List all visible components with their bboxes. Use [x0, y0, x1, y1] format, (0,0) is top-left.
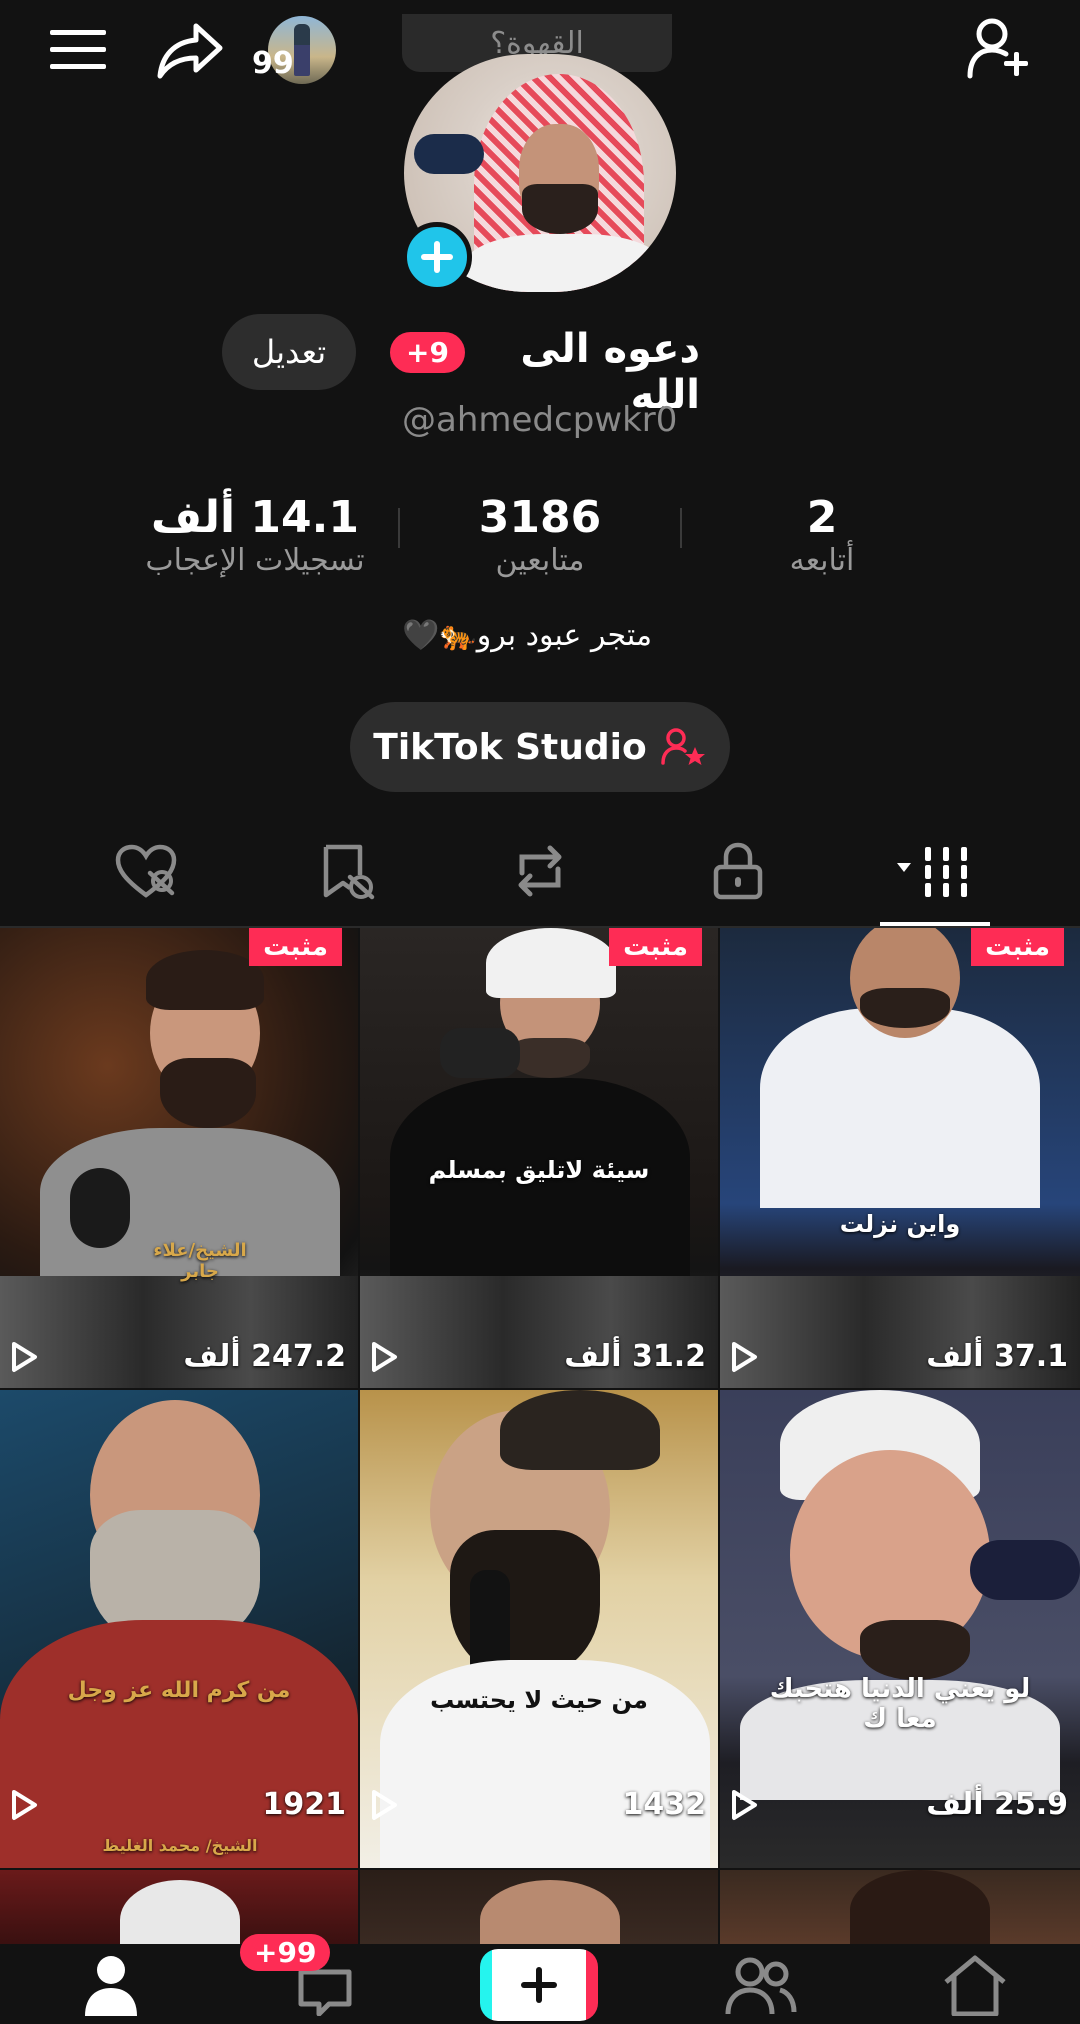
add-story-button[interactable] — [402, 222, 472, 292]
pinned-badge: مثبت — [971, 928, 1064, 966]
nav-profile[interactable] — [66, 1944, 156, 2024]
stat-following[interactable]: 2 أتابعه — [742, 492, 902, 578]
video-tile[interactable]: مثبت واين نزلت 37.1 ألف — [720, 928, 1080, 1388]
bottom-navigation: +99 — [0, 1934, 1080, 2024]
tiktok-studio-label: TikTok Studio — [373, 726, 647, 768]
followers-count: 3186 — [478, 492, 602, 543]
tab-saved[interactable] — [306, 836, 386, 906]
create-icon — [521, 1967, 557, 2003]
video-tile[interactable]: مثبت سيئة لاتليق بمسلم 31.2 ألف — [360, 928, 718, 1388]
tab-videos[interactable] — [880, 836, 990, 906]
tab-liked[interactable] — [106, 836, 186, 906]
stat-divider — [398, 508, 400, 548]
creator-star-icon — [660, 728, 705, 765]
nav-home[interactable] — [930, 1944, 1020, 2024]
create-button — [480, 1949, 598, 2021]
following-label: أتابعه — [789, 543, 855, 578]
view-count-row: 37.1 ألف — [730, 1339, 1068, 1374]
saved-hidden-icon — [323, 844, 375, 900]
play-icon — [372, 1789, 397, 1820]
play-icon — [12, 1789, 37, 1820]
pinned-badge: مثبت — [609, 928, 702, 966]
video-tile[interactable] — [0, 1870, 358, 1944]
video-caption: لو يعني الدنيا هتحبك معا ك — [769, 1674, 1031, 1734]
videos-grid-icon — [897, 847, 967, 897]
play-icon — [12, 1341, 37, 1372]
video-tile[interactable]: مثبت الشيخ/علاء جابر 247.2 ألف — [0, 928, 358, 1388]
view-count-row: 31.2 ألف — [370, 1339, 706, 1374]
view-count-row: 1921 — [10, 1787, 346, 1822]
view-count: 1921 — [262, 1787, 347, 1822]
tiktok-studio-button[interactable]: TikTok Studio — [350, 702, 730, 792]
video-tile[interactable] — [720, 1870, 1080, 1944]
video-caption: من كرم الله عز وجل — [67, 1678, 291, 1703]
liked-hidden-icon — [115, 844, 177, 898]
stat-followers[interactable]: 3186 متابعين — [440, 492, 640, 578]
view-count-row: 1432 — [370, 1787, 706, 1822]
tab-reposts[interactable] — [500, 836, 580, 906]
video-caption: الشيخ/علاء جابر — [153, 1240, 247, 1282]
nav-friends[interactable] — [710, 1944, 810, 2024]
inbox-badge: +99 — [240, 1934, 331, 1971]
video-caption: واين نزلت — [839, 1210, 961, 1238]
menu-button[interactable] — [50, 28, 106, 72]
view-count: 247.2 ألف — [183, 1339, 346, 1374]
profile-icon — [85, 1956, 137, 2016]
video-tile[interactable]: لو يعني الدنيا هتحبك معا ك 25.9 ألف — [720, 1390, 1080, 1868]
nav-create[interactable] — [480, 1946, 598, 2024]
likes-count: 14.1 ألف — [151, 492, 359, 543]
video-caption: من حيث لا يحتسب — [430, 1686, 648, 1714]
plus-icon — [421, 241, 453, 273]
share-button[interactable] — [156, 20, 226, 80]
play-icon — [732, 1789, 757, 1820]
view-count: 37.1 ألف — [926, 1339, 1068, 1374]
video-tile[interactable] — [360, 1870, 718, 1944]
pinned-badge: مثبت — [249, 928, 342, 966]
view-count: 25.9 ألف — [926, 1787, 1068, 1822]
edit-profile-label: تعديل — [251, 333, 327, 371]
profile-handle: @ahmedcpwkr0 — [402, 400, 678, 440]
view-count-row: 25.9 ألف — [730, 1787, 1068, 1822]
lock-icon — [713, 842, 763, 900]
notification-badge[interactable]: +9 — [390, 332, 465, 373]
stat-likes[interactable]: 14.1 ألف تسجيلات الإعجاب — [120, 492, 390, 578]
video-tile[interactable]: من كرم الله عز وجل 1921 الشيخ/ محمد الغل… — [0, 1390, 358, 1868]
followers-label: متابعين — [495, 543, 585, 578]
play-icon — [732, 1341, 757, 1372]
story-avatar[interactable]: 99 — [252, 16, 342, 84]
home-icon — [944, 1955, 1006, 2016]
repost-icon — [518, 845, 562, 897]
edit-profile-button[interactable]: تعديل — [222, 314, 356, 390]
view-count-row: 247.2 ألف — [10, 1339, 346, 1374]
story-count: 99 — [252, 46, 294, 81]
following-count: 2 — [806, 492, 838, 543]
video-tile[interactable]: من حيث لا يحتسب 1432 — [360, 1390, 718, 1868]
view-count: 1432 — [622, 1787, 707, 1822]
view-count: 31.2 ألف — [564, 1339, 706, 1374]
profile-bio: متجر عبود برو🐅🖤 — [402, 618, 653, 653]
video-credit: الشيخ/ محمد الغليظ — [102, 1836, 258, 1855]
friends-icon — [725, 1957, 797, 2015]
share-arrow-icon — [157, 23, 223, 79]
add-user-icon — [967, 18, 1028, 79]
stat-divider — [680, 508, 682, 548]
play-icon — [372, 1341, 397, 1372]
likes-label: تسجيلات الإعجاب — [145, 543, 365, 578]
video-caption: سيئة لاتليق بمسلم — [428, 1156, 650, 1184]
hamburger-icon — [50, 30, 106, 69]
tab-private[interactable] — [698, 836, 778, 906]
add-friend-button[interactable] — [966, 16, 1032, 80]
